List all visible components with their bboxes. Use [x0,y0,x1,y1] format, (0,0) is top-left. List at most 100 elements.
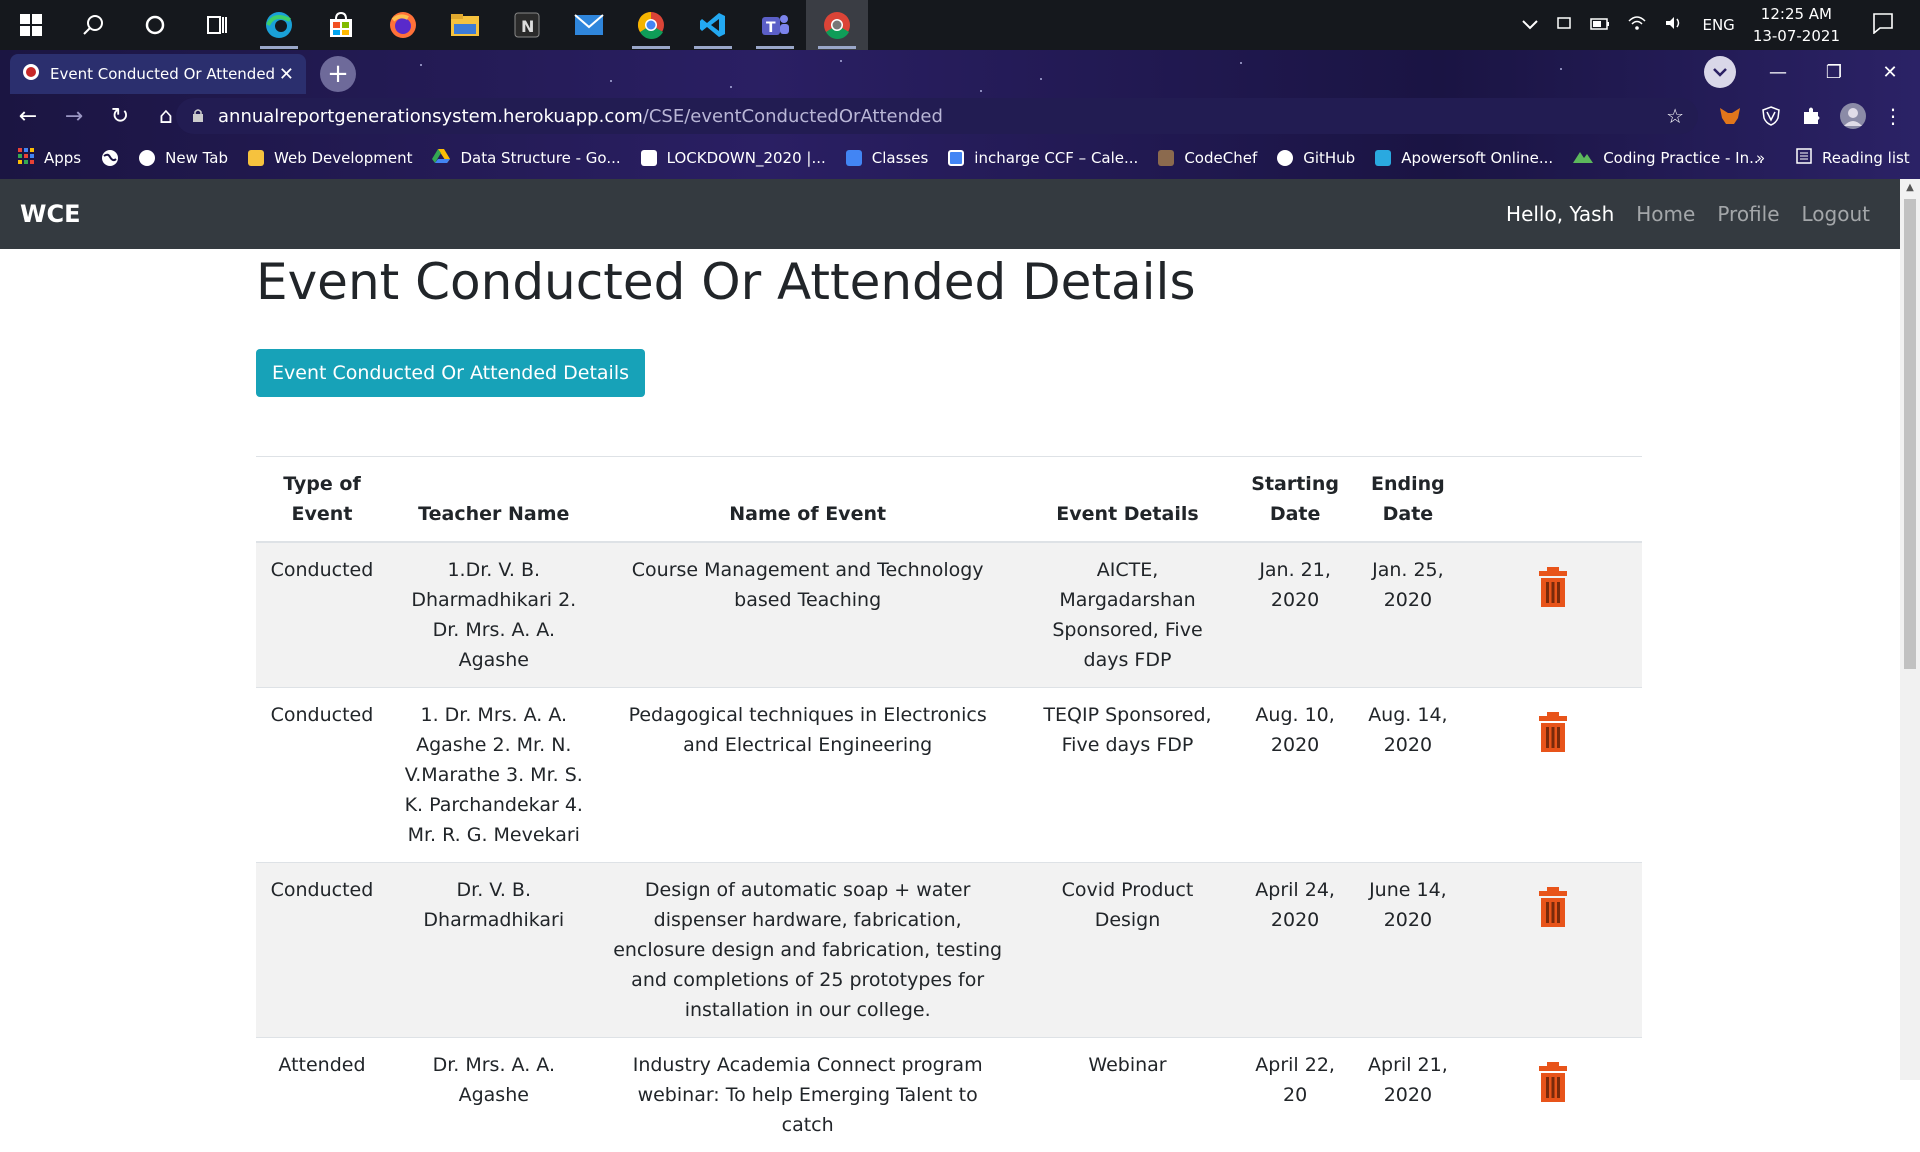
teams-icon[interactable]: T [744,0,806,50]
bookmark-star-icon[interactable]: ☆ [1666,104,1684,128]
bookmarks-overflow[interactable]: » [1756,149,1765,167]
svg-text:N: N [521,17,534,36]
minimize-icon[interactable]: — [1750,54,1806,90]
cell-actions [1465,1038,1642,1152]
bookmark-calendar[interactable]: incharge CCF – Cale... [948,149,1138,167]
event-details-button[interactable]: Event Conducted Or Attended Details [256,349,645,397]
bookmark-label: CodeChef [1184,149,1257,167]
cell-start-date: April 22, 20 [1239,1038,1351,1152]
reading-list[interactable]: Reading list [1796,148,1910,168]
nav-logout-link[interactable]: Logout [1802,202,1870,226]
folder-icon [248,150,264,166]
profile-avatar[interactable] [1836,98,1870,134]
clock[interactable]: 12:25 AM 13-07-2021 [1753,3,1840,47]
chevron-up-icon[interactable] [1522,16,1538,34]
close-window-icon[interactable]: ✕ [1862,54,1918,90]
delete-trash-icon[interactable] [1538,887,1568,927]
cortana-icon[interactable] [124,0,186,50]
reload-icon[interactable]: ↻ [100,96,140,136]
firefox-icon[interactable] [372,0,434,50]
bookmark-label: GitHub [1303,149,1355,167]
file-explorer-icon[interactable] [434,0,496,50]
more-menu-icon[interactable]: ⋮ [1876,98,1910,134]
vscode-icon[interactable] [682,0,744,50]
delete-trash-icon[interactable] [1538,1062,1568,1102]
mountain-icon [1573,149,1593,167]
task-view-icon[interactable] [186,0,248,50]
nav-profile-link[interactable]: Profile [1717,202,1779,226]
bookmark-label: LOCKDOWN_2020 |... [667,149,826,167]
language-indicator[interactable]: ENG [1702,16,1734,34]
cell-event-details: Webinar [1016,1038,1240,1152]
reading-list-icon [1796,148,1812,168]
header-actions [1465,457,1642,543]
header-event-name: Name of Event [600,457,1016,543]
windows-logo-icon [20,14,42,36]
close-tab-icon[interactable]: ✕ [279,64,294,85]
address-bar[interactable]: annualreportgenerationsystem.herokuapp.c… [176,98,1698,134]
tab-active[interactable]: Event Conducted Or Attended De ✕ [10,54,306,94]
windows-taskbar: N T ENG 12:25 AM 13-07-2021 [0,0,1920,50]
bookmark-apps[interactable]: Apps [18,148,81,168]
shield-icon[interactable] [1754,98,1788,134]
apps-grid-icon [18,148,34,168]
bookmark-data-structure[interactable]: Data Structure - Go... [432,148,620,168]
scroll-up-arrow-icon[interactable]: ▲ [1900,179,1920,197]
lock-icon [192,106,204,127]
codechef-icon [1158,150,1174,166]
brand-logo[interactable]: WCE [20,200,80,228]
tab-search-icon[interactable] [1695,54,1745,90]
header-start-date: Starting Date [1239,457,1351,543]
bookmark-coding-practice[interactable]: Coding Practice - In... [1573,149,1763,167]
nav-home-link[interactable]: Home [1636,202,1695,226]
apowersoft-icon [1375,150,1391,166]
bookmark-codechef[interactable]: CodeChef [1158,149,1257,167]
back-icon[interactable]: ← [8,96,48,136]
cell-actions [1465,688,1642,863]
bookmark-new-tab[interactable]: New Tab [139,149,228,167]
extensions-icon[interactable] [1794,98,1828,134]
delete-trash-icon[interactable] [1538,567,1568,607]
github-icon [1277,150,1293,166]
table-header-row: Type of Event Teacher Name Name of Event… [256,457,1642,543]
chrome-profile-icon[interactable] [806,0,868,50]
wifi-icon[interactable] [1628,15,1646,35]
cell-teacher: Dr. Mrs. A. A. Agashe [388,1038,600,1152]
page-scrollbar[interactable]: ▲ [1900,179,1920,1080]
delete-trash-icon[interactable] [1538,712,1568,752]
globe-icon[interactable] [101,149,119,167]
globe-icon [139,150,155,166]
calendar-icon [948,150,964,166]
edge-icon[interactable] [248,0,310,50]
notifications-icon[interactable] [1872,12,1894,38]
cell-type: Conducted [256,542,388,688]
notion-icon[interactable]: N [496,0,558,50]
new-tab-button[interactable]: + [320,56,356,92]
metamask-icon[interactable] [1713,98,1747,134]
bookmark-lockdown[interactable]: LOCKDOWN_2020 |... [641,149,826,167]
forward-icon[interactable]: → [54,96,94,136]
bookmark-label: incharge CCF – Cale... [974,149,1138,167]
search-icon[interactable] [62,0,124,50]
greeting: Hello, Yash [1506,202,1614,226]
bookmark-web-development[interactable]: Web Development [248,149,412,167]
restore-icon[interactable]: ❐ [1806,54,1862,90]
volume-icon[interactable] [1664,15,1684,35]
classroom-icon [846,150,862,166]
bookmark-github[interactable]: GitHub [1277,149,1355,167]
cell-type: Conducted [256,688,388,863]
cell-end-date: Jan. 25, 2020 [1351,542,1465,688]
start-button[interactable] [0,0,62,50]
store-icon[interactable] [310,0,372,50]
meet-now-icon[interactable] [1556,15,1572,35]
chrome-icon[interactable] [620,0,682,50]
scroll-thumb[interactable] [1904,199,1916,669]
header-teacher: Teacher Name [388,457,600,543]
battery-icon[interactable] [1590,16,1610,34]
mail-icon[interactable] [558,0,620,50]
cell-actions [1465,863,1642,1038]
bookmark-classes[interactable]: Classes [846,149,929,167]
main-content: Event Conducted Or Attended Details Even… [256,249,1642,311]
browser-chrome: Event Conducted Or Attended De ✕ + — ❐ ✕… [0,50,1920,179]
bookmark-apowersoft[interactable]: Apowersoft Online... [1375,149,1553,167]
